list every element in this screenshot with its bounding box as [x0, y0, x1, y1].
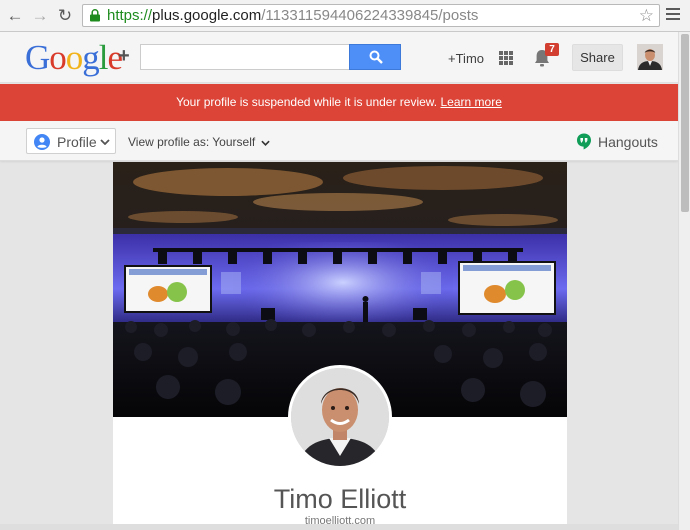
address-bar[interactable]: https://plus.google.com/1133115944062243…	[82, 4, 660, 27]
hangouts-icon[interactable]	[576, 133, 592, 150]
profile-dropdown[interactable]: Profile	[26, 128, 116, 154]
profile-dropdown-label: Profile	[57, 134, 97, 150]
back-icon[interactable]: ←	[5, 6, 25, 26]
share-button[interactable]: Share	[572, 44, 623, 71]
google-logo[interactable]: Google	[25, 38, 123, 78]
learn-more-link[interactable]: Learn more	[441, 95, 502, 109]
apps-grid-icon[interactable]	[499, 51, 513, 65]
view-as-value: Yourself	[212, 135, 256, 149]
horizontal-scrollbar[interactable]	[0, 524, 678, 530]
url-path: /113311594406224339845/posts	[261, 7, 479, 24]
alert-message: Your profile is suspended while it is un…	[176, 95, 438, 109]
vertical-scrollbar[interactable]	[678, 32, 690, 530]
chevron-down-icon	[100, 139, 110, 145]
url-scheme: https://	[107, 7, 153, 24]
view-as-selector[interactable]: View profile as: Yourself	[128, 135, 270, 149]
bookmark-star-icon[interactable]: ☆	[639, 5, 654, 26]
view-as-label: View profile as:	[128, 135, 210, 149]
app-header: Google + +Timo 7 Share	[0, 32, 678, 83]
header-avatar[interactable]	[637, 44, 663, 70]
logo-plus: +	[118, 45, 130, 67]
suspension-alert: Your profile is suspended while it is un…	[0, 84, 678, 121]
chevron-down-icon	[260, 140, 270, 146]
url-host: plus.google.com	[152, 7, 262, 24]
hangouts-label[interactable]: Hangouts	[598, 134, 658, 150]
search-input[interactable]	[140, 44, 350, 70]
search-icon	[369, 50, 383, 64]
browser-menu-icon[interactable]	[666, 8, 680, 22]
profile-photo[interactable]	[288, 365, 392, 469]
forward-icon[interactable]: →	[30, 6, 50, 26]
lock-icon	[90, 9, 100, 22]
profile-toolbar: Profile View profile as: Yourself Hangou…	[0, 121, 678, 161]
browser-toolbar: ← → ↻ https://plus.google.com/1133115944…	[0, 0, 690, 32]
profile-person-icon	[34, 134, 50, 150]
reload-icon[interactable]: ↻	[55, 6, 75, 26]
user-profile-link[interactable]: +Timo	[448, 51, 484, 66]
profile-name: Timo Elliott	[273, 484, 407, 514]
scrollbar-thumb[interactable]	[681, 34, 689, 212]
search-button[interactable]	[349, 44, 401, 70]
notification-badge[interactable]: 7	[545, 43, 559, 56]
